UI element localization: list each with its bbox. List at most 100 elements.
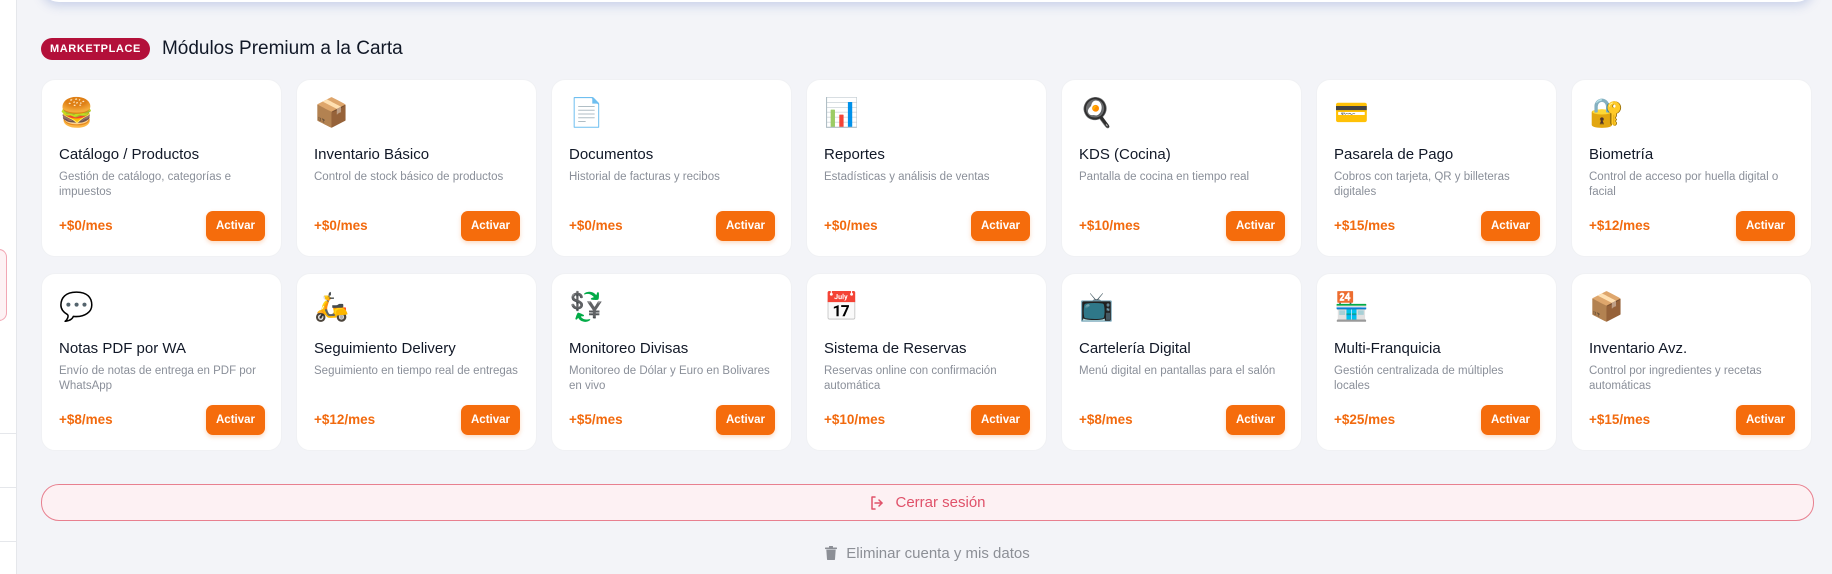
module-description: Seguimiento en tiempo real de entregas xyxy=(314,365,518,377)
module-description: Historial de facturas y recibos xyxy=(569,171,720,183)
currency-exchange-icon: 💱 xyxy=(569,291,604,322)
module-description: Control de acceso por huella digital o f… xyxy=(1589,171,1779,198)
activate-button[interactable]: Activar xyxy=(206,211,265,241)
module-title: Inventario Básico xyxy=(314,146,430,163)
module-card: 📦 Inventario Avz. Control por ingredientes… xyxy=(1571,273,1812,451)
activate-button[interactable]: Activar xyxy=(1736,405,1795,435)
trash-icon xyxy=(825,546,838,560)
activate-button[interactable]: Activar xyxy=(716,211,775,241)
module-price: +$0/mes xyxy=(824,218,878,233)
module-description: Control por ingredientes y recetas autom… xyxy=(1589,365,1762,392)
scooter-icon: 🛵 xyxy=(314,291,349,322)
burger-icon: 🍔 xyxy=(59,97,94,128)
sidebar-divider xyxy=(0,541,16,542)
left-sidebar-edge xyxy=(0,0,17,574)
module-description: Pantalla de cocina en tiempo real xyxy=(1079,171,1250,183)
activate-button[interactable]: Activar xyxy=(1736,211,1795,241)
activate-button[interactable]: Activar xyxy=(461,405,520,435)
module-card: 🏪 Multi-Franquicia Gestión centralizada de… xyxy=(1316,273,1557,451)
module-title: Reportes xyxy=(824,146,885,163)
module-price: +$8/mes xyxy=(59,412,113,427)
module-price: +$10/mes xyxy=(824,412,886,427)
activate-button[interactable]: Activar xyxy=(971,211,1030,241)
module-title: Seguimiento Delivery xyxy=(314,340,456,357)
module-card: 🔐 Biometría Control de acceso por huella d… xyxy=(1571,79,1812,257)
activate-button[interactable]: Activar xyxy=(1226,211,1285,241)
speech-bubble-icon: 💬 xyxy=(59,291,94,322)
module-card: 🍔 Catálogo / Productos Gestión de catálogo… xyxy=(41,79,282,257)
module-title: Notas PDF por WA xyxy=(59,340,186,357)
module-title: Cartelería Digital xyxy=(1079,340,1191,357)
module-card: 📊 Reportes Estadísticas y análisis de vent… xyxy=(806,79,1047,257)
module-title: Biometría xyxy=(1589,146,1654,163)
sidebar-active-tab[interactable] xyxy=(0,249,7,321)
module-title: KDS (Cocina) xyxy=(1079,146,1171,163)
section-title: Módulos Premium a la Carta xyxy=(161,38,403,59)
module-description: Control de stock básico de productos xyxy=(314,171,504,183)
module-price: +$5/mes xyxy=(569,412,623,427)
lock-key-icon: 🔐 xyxy=(1589,97,1624,128)
module-description: Cobros con tarjeta, QR y billeteras digi… xyxy=(1334,171,1510,198)
module-price: +$12/mes xyxy=(1589,218,1651,233)
module-title: Pasarela de Pago xyxy=(1334,146,1454,163)
previous-panel xyxy=(41,0,1814,2)
sidebar-divider xyxy=(0,487,16,488)
module-card: 📦 Inventario Básico Control de stock básic… xyxy=(296,79,537,257)
module-title: Monitoreo Divisas xyxy=(569,340,689,357)
logout-label: Cerrar sesión xyxy=(895,494,986,511)
store-icon: 🏪 xyxy=(1334,291,1369,322)
activate-button[interactable]: Activar xyxy=(716,405,775,435)
module-description: Estadísticas y análisis de ventas xyxy=(824,171,990,183)
sidebar-divider xyxy=(0,433,16,434)
module-price: +$8/mes xyxy=(1079,412,1133,427)
logout-button[interactable]: Cerrar sesión xyxy=(41,484,1814,521)
module-price: +$0/mes xyxy=(59,218,113,233)
package-icon: 📦 xyxy=(314,97,349,128)
document-icon: 📄 xyxy=(569,97,604,128)
module-card: 💬 Notas PDF por WA Envío de notas de entre… xyxy=(41,273,282,451)
module-price: +$25/mes xyxy=(1334,412,1396,427)
activate-button[interactable]: Activar xyxy=(206,405,265,435)
module-price: +$10/mes xyxy=(1079,218,1141,233)
marketplace-badge: MARKETPLACE xyxy=(41,38,150,60)
package-icon: 📦 xyxy=(1589,291,1624,322)
module-card: 💱 Monitoreo Divisas Monitoreo de Dólar y E… xyxy=(551,273,792,451)
section-header: MARKETPLACE Módulos Premium a la Carta xyxy=(41,37,403,61)
delete-account-link[interactable]: Eliminar cuenta y mis datos xyxy=(41,543,1814,563)
module-description: Reservas online con confirmación automát… xyxy=(824,365,997,392)
module-title: Sistema de Reservas xyxy=(824,340,967,357)
module-grid: 🍔 Catálogo / Productos Gestión de catálogo… xyxy=(41,79,1814,451)
module-price: +$0/mes xyxy=(569,218,623,233)
module-title: Multi-Franquicia xyxy=(1334,340,1441,357)
module-price: +$15/mes xyxy=(1589,412,1651,427)
credit-card-icon: 💳 xyxy=(1334,97,1369,128)
module-description: Gestión de catálogo, categorías e impues… xyxy=(59,171,231,198)
module-title: Documentos xyxy=(569,146,654,163)
delete-account-label: Eliminar cuenta y mis datos xyxy=(846,544,1030,562)
bar-chart-icon: 📊 xyxy=(824,97,859,128)
module-card: 📅 Sistema de Reservas Reservas online con … xyxy=(806,273,1047,451)
television-icon: 📺 xyxy=(1079,291,1114,322)
logout-icon xyxy=(871,495,884,510)
activate-button[interactable]: Activar xyxy=(971,405,1030,435)
module-price: +$12/mes xyxy=(314,412,376,427)
module-title: Inventario Avz. xyxy=(1589,340,1688,357)
module-description: Envío de notas de entrega en PDF por Wha… xyxy=(59,365,256,392)
module-card: 📄 Documentos Historial de facturas y recib… xyxy=(551,79,792,257)
module-description: Monitoreo de Dólar y Euro en Bolivares e… xyxy=(569,365,770,392)
module-description: Gestión centralizada de múltiples locale… xyxy=(1334,365,1504,392)
frying-pan-icon: 🍳 xyxy=(1079,97,1114,128)
module-price: +$0/mes xyxy=(314,218,368,233)
module-title: Catálogo / Productos xyxy=(59,146,200,163)
module-card: 🛵 Seguimiento Delivery Seguimiento en tiem… xyxy=(296,273,537,451)
activate-button[interactable]: Activar xyxy=(461,211,520,241)
module-description: Menú digital en pantallas para el salón xyxy=(1079,365,1276,377)
activate-button[interactable]: Activar xyxy=(1481,405,1540,435)
module-card: 💳 Pasarela de Pago Cobros con tarjeta, QR … xyxy=(1316,79,1557,257)
module-card: 📺 Cartelería Digital Menú digital en panta… xyxy=(1061,273,1302,451)
module-card: 🍳 KDS (Cocina) Pantalla de cocina en tiemp… xyxy=(1061,79,1302,257)
module-price: +$15/mes xyxy=(1334,218,1396,233)
calendar-icon: 📅 xyxy=(824,291,859,322)
activate-button[interactable]: Activar xyxy=(1226,405,1285,435)
activate-button[interactable]: Activar xyxy=(1481,211,1540,241)
